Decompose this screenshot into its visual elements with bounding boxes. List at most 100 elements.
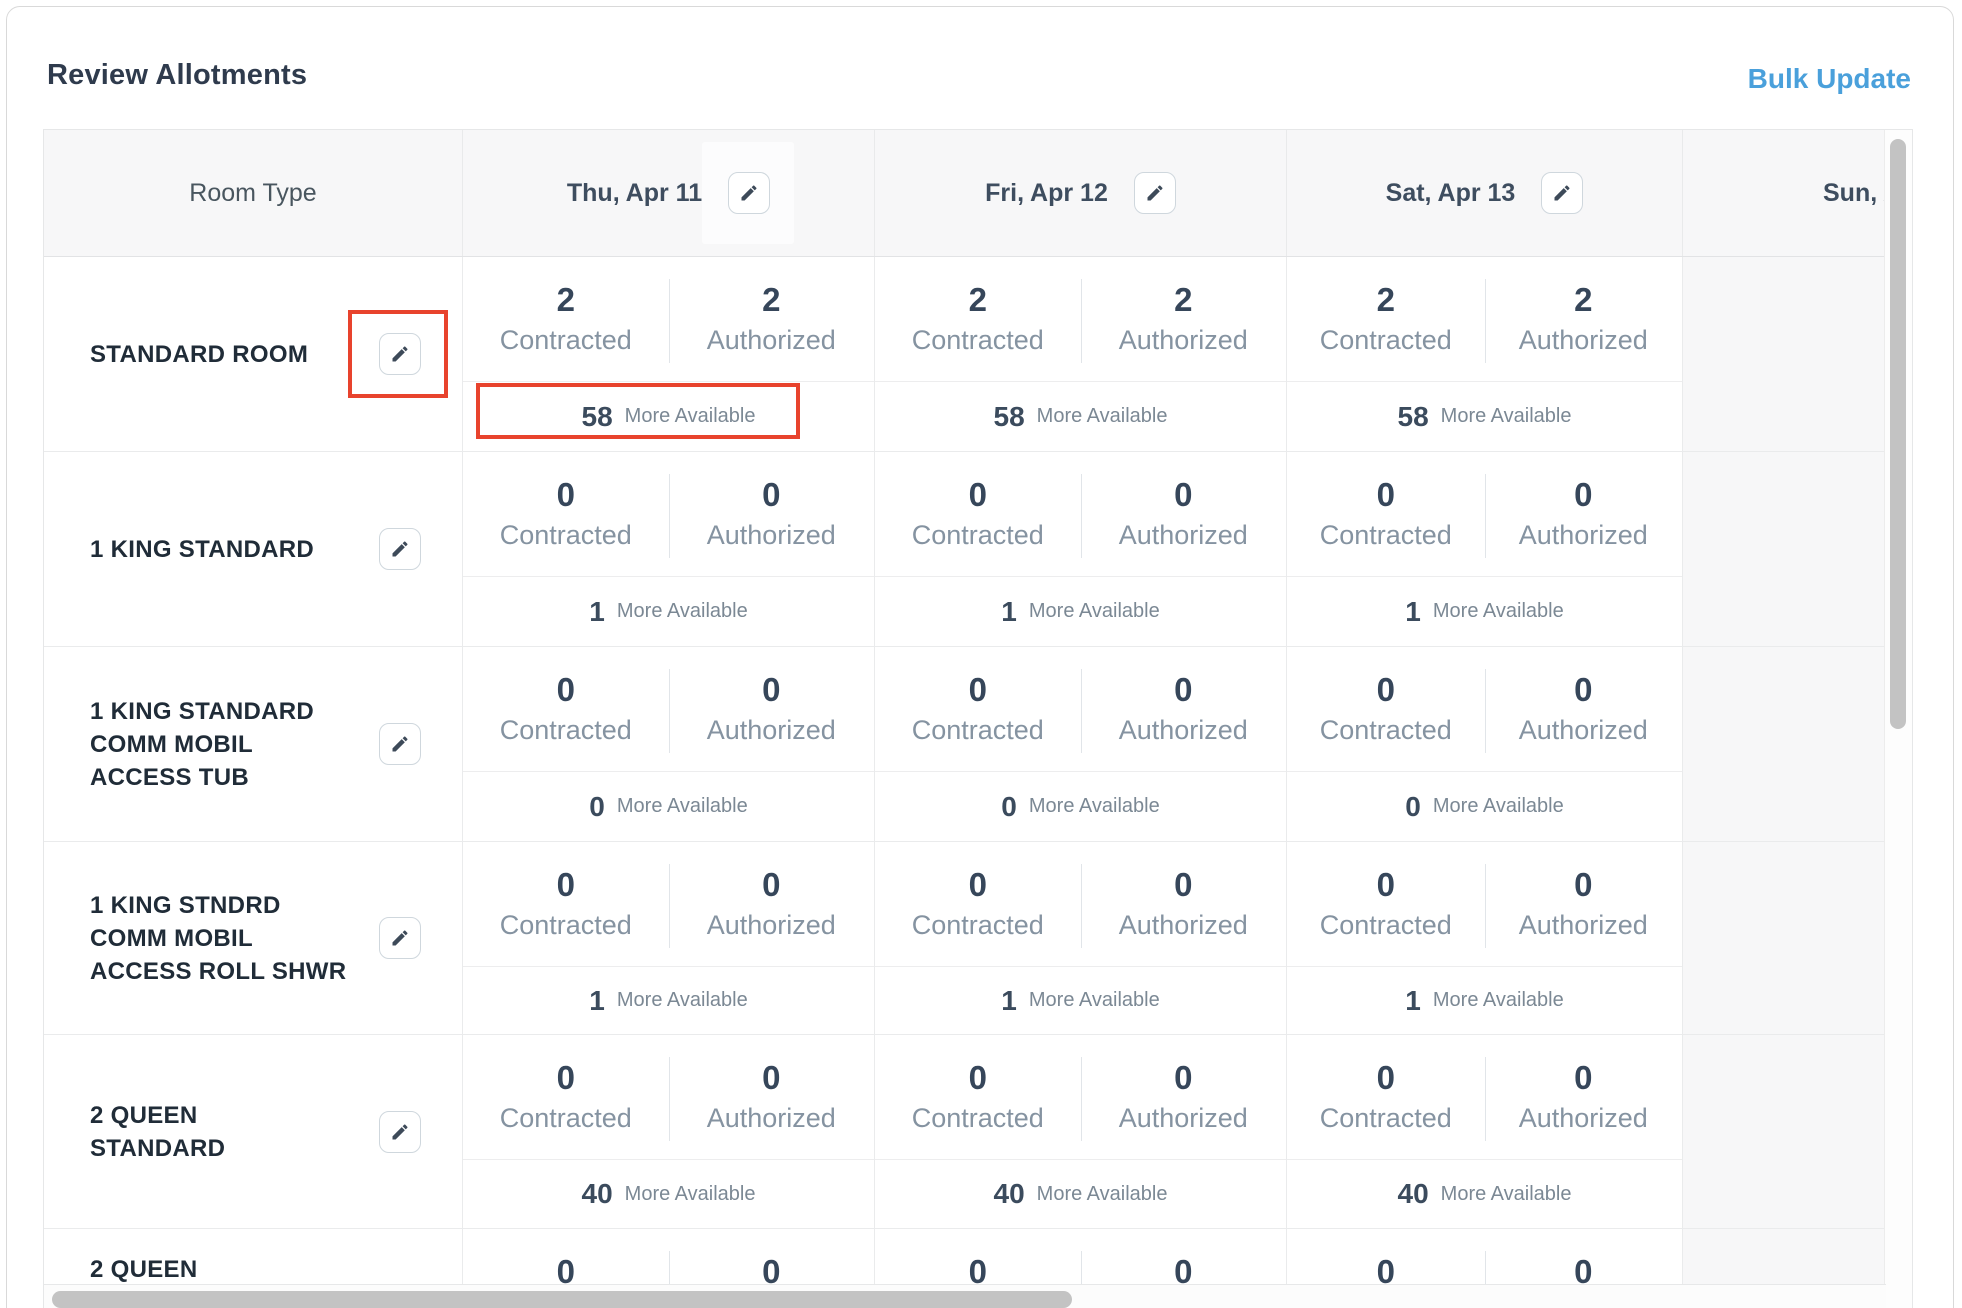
authorized-value: 0Authorized <box>1485 452 1683 576</box>
room-type-header: Room Type <box>44 130 462 256</box>
authorized-value: 0Authorized <box>1485 842 1683 966</box>
edit-day-button[interactable] <box>1541 172 1583 214</box>
contracted-label: Contracted <box>1320 325 1452 356</box>
pencil-icon <box>739 183 759 203</box>
more-available: 1 More Available <box>1287 577 1682 646</box>
more-available-number: 0 <box>589 791 605 823</box>
allotment-values: 0Contracted0Authorized <box>1287 452 1682 577</box>
room-type-cell: STANDARD ROOM <box>44 257 462 451</box>
more-available: 40 More Available <box>875 1160 1286 1228</box>
authorized-number: 2 <box>1174 282 1192 318</box>
room-type-cell: 1 KING STNDRD COMM MOBIL ACCESS ROLL SHW… <box>44 842 462 1034</box>
more-available-number: 40 <box>994 1178 1025 1210</box>
more-available-label: More Available <box>1037 1183 1168 1206</box>
sun-column-cell <box>1682 257 1886 451</box>
authorized-number: 2 <box>762 282 780 318</box>
contracted-label: Contracted <box>912 715 1044 746</box>
more-available-label: More Available <box>1433 600 1564 623</box>
bulk-update-link[interactable]: Bulk Update <box>1748 63 1911 95</box>
day-column-header: Fri, Apr 12 <box>874 130 1286 256</box>
more-available-number: 0 <box>1405 791 1421 823</box>
more-available: 1More Available <box>463 967 874 1034</box>
more-available-number: 1 <box>1405 596 1421 628</box>
more-available-label: More Available <box>1433 795 1564 818</box>
contracted-label: Contracted <box>1320 520 1452 551</box>
contracted-label: Contracted <box>912 1103 1044 1134</box>
table-row: 1 KING STANDARD0Contracted0Authorized1Mo… <box>44 452 1886 647</box>
contracted-number: 0 <box>1377 672 1395 708</box>
day-header-label: Thu, Apr 11 <box>567 179 702 208</box>
room-type-name: STANDARD ROOM <box>90 338 372 371</box>
day-header-label: Fri, Apr 12 <box>985 179 1108 208</box>
authorized-number: 0 <box>762 672 780 708</box>
contracted-value: 0Contracted <box>875 842 1081 966</box>
more-available: 58More Available <box>463 382 874 451</box>
contracted-number: 0 <box>969 672 987 708</box>
authorized-number: 0 <box>1174 1060 1192 1096</box>
day-column-header: Thu, Apr 11 <box>462 130 874 256</box>
authorized-value: 0Authorized <box>1081 842 1287 966</box>
pencil-icon <box>390 344 410 364</box>
pencil-icon <box>390 539 410 559</box>
edit-room-button[interactable] <box>379 723 421 765</box>
contracted-number: 0 <box>969 477 987 513</box>
vertical-scrollbar[interactable] <box>1884 130 1912 1308</box>
horizontal-scrollbar-thumb[interactable] <box>52 1291 1072 1308</box>
more-available-number: 1 <box>1001 985 1017 1017</box>
contracted-label: Contracted <box>500 715 632 746</box>
authorized-value: 2Authorized <box>669 257 875 381</box>
allotment-cell: 0Contracted0Authorized1More Available <box>1286 842 1682 1034</box>
allotment-values: 2Contracted2Authorized <box>463 257 874 382</box>
day-column-header: Sun, Apr 14 <box>1682 130 1886 256</box>
more-available-label: More Available <box>1433 989 1564 1012</box>
page-title: Review Allotments <box>47 59 307 92</box>
edit-room-button[interactable] <box>379 333 421 375</box>
horizontal-scrollbar[interactable] <box>44 1284 1886 1308</box>
more-available: 1More Available <box>1287 967 1682 1034</box>
allotment-values: 0Contracted0Authorized <box>463 1035 874 1160</box>
pencil-icon <box>1145 183 1165 203</box>
authorized-value: 0Authorized <box>669 647 875 771</box>
allotment-values: 0Contracted0Authorized <box>875 842 1286 967</box>
table-body: STANDARD ROOM2Contracted2Authorized58Mor… <box>44 257 1886 1308</box>
more-available: 1More Available <box>875 577 1286 646</box>
allotment-cell: 0Contracted0Authorized1More Available <box>462 842 874 1034</box>
authorized-value: 0Authorized <box>669 842 875 966</box>
authorized-value: 0Authorized <box>1485 647 1683 771</box>
more-available-label: More Available <box>1441 1183 1572 1206</box>
authorized-value: 0Authorized <box>1081 647 1287 771</box>
vertical-scrollbar-thumb[interactable] <box>1890 139 1906 729</box>
allotment-values: 2Contracted2Authorized <box>1287 257 1682 382</box>
pencil-icon <box>390 1122 410 1142</box>
allotment-values: 2Contracted2Authorized <box>875 257 1286 382</box>
authorized-label: Authorized <box>1119 520 1248 551</box>
pencil-icon <box>390 734 410 754</box>
edit-room-button[interactable] <box>379 1111 421 1153</box>
more-available: 0More Available <box>875 772 1286 841</box>
allotment-values: 0Contracted0Authorized <box>463 842 874 967</box>
allotment-cell: 0Contracted0Authorized0More Available <box>1286 647 1682 841</box>
authorized-label: Authorized <box>1519 715 1648 746</box>
contracted-value: 0Contracted <box>1287 1035 1485 1159</box>
edit-day-button[interactable] <box>728 172 770 214</box>
room-type-name: 2 QUEEN <box>90 1253 372 1286</box>
allotment-cell: 0Contracted0Authorized1More Available <box>462 452 874 646</box>
allotment-cell: 0Contracted0Authorized1More Available <box>874 452 1286 646</box>
sun-column-cell <box>1682 647 1886 841</box>
authorized-number: 0 <box>762 867 780 903</box>
edit-room-button[interactable] <box>379 528 421 570</box>
contracted-value: 0Contracted <box>463 842 669 966</box>
table-row: 2 QUEEN STANDARD0Contracted0Authorized40… <box>44 1035 1886 1229</box>
edit-day-button[interactable] <box>1134 172 1176 214</box>
room-type-name: 1 KING STNDRD COMM MOBIL ACCESS ROLL SHW… <box>90 889 372 988</box>
allotments-table: Room Type Thu, Apr 11Fri, Apr 12Sat, Apr… <box>43 129 1913 1308</box>
contracted-number: 2 <box>557 282 575 318</box>
contracted-number: 0 <box>1377 867 1395 903</box>
allotment-values: 0Contracted0Authorized <box>875 452 1286 577</box>
authorized-number: 0 <box>762 1060 780 1096</box>
more-available: 58More Available <box>1287 382 1682 451</box>
room-type-cell: 2 QUEEN STANDARD <box>44 1035 462 1228</box>
authorized-label: Authorized <box>1119 715 1248 746</box>
edit-room-button[interactable] <box>379 917 421 959</box>
more-available-label: More Available <box>1037 405 1168 428</box>
